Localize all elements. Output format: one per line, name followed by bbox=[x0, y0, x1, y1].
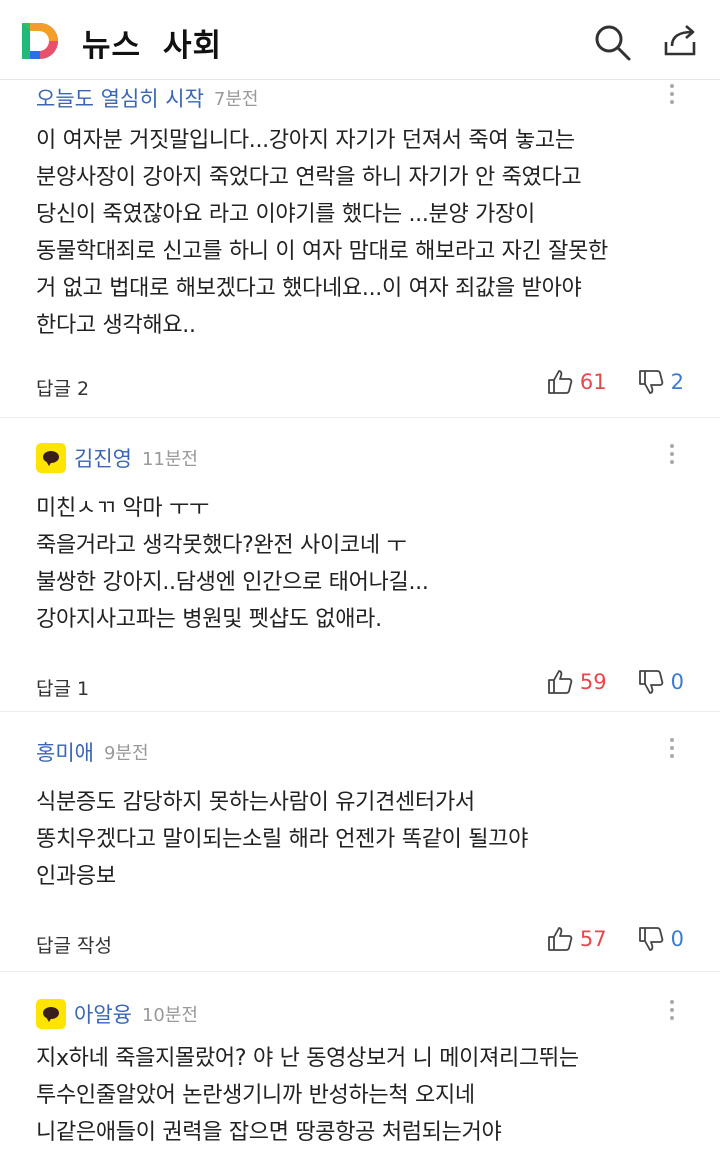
comment-header: 오늘도 열심히 시작 7분전 bbox=[36, 80, 684, 116]
page-title: 뉴스 사회 bbox=[82, 20, 222, 65]
reaction-bar: 61 2 bbox=[546, 368, 684, 396]
thumbs-down-icon[interactable] bbox=[637, 925, 665, 953]
comment-author[interactable]: 아알융 bbox=[74, 999, 132, 1029]
thumbs-down-icon[interactable] bbox=[637, 368, 665, 396]
comment-time: 11분전 bbox=[141, 449, 198, 470]
comment-time: 10분전 bbox=[141, 1005, 198, 1026]
search-icon[interactable] bbox=[592, 22, 632, 62]
comment-text: 식분증도 감당하지 못하는사람이 유기견센터가서 똥치우겠다고 말이되는소릴 해… bbox=[36, 790, 529, 889]
reply-button[interactable]: 답글 2 bbox=[36, 374, 89, 401]
thumbs-up-icon[interactable] bbox=[546, 668, 574, 696]
comment-header: 아알융 10분전 bbox=[36, 996, 684, 1032]
comment-time: 9분전 bbox=[103, 743, 149, 764]
comment-header: 홍미애 9분전 bbox=[36, 734, 684, 770]
dislike-count: 0 bbox=[670, 927, 684, 951]
like-count: 59 bbox=[579, 670, 607, 694]
comment-item: 아알융 10분전 지x하네 죽을지몰랐어? 야 난 동영상보거 니 메이져리그뛰… bbox=[0, 972, 720, 1160]
comment-text: 미친ㅅㄲ 악마 ㅜㅜ 죽을거라고 생각못했다?완전 사이코네 ㅜ 불쌍한 강아지… bbox=[36, 496, 429, 632]
like-count: 61 bbox=[579, 370, 607, 394]
section-title[interactable]: 뉴스 bbox=[82, 28, 141, 64]
comment-header: 김진영 11분전 bbox=[36, 440, 684, 476]
dislike-count: 0 bbox=[670, 670, 684, 694]
thumbs-down-icon[interactable] bbox=[637, 668, 665, 696]
more-options-icon[interactable] bbox=[660, 734, 684, 764]
app-header: 뉴스 사회 bbox=[0, 0, 720, 80]
comment-time: 7분전 bbox=[213, 89, 259, 110]
comment-item: 김진영 11분전 미친ㅅㄲ 악마 ㅜㅜ 죽을거라고 생각못했다?완전 사이코네 … bbox=[0, 418, 720, 712]
comment-item: 오늘도 열심히 시작 7분전 이 여자분 거짓말입니다...강아지 자기가 던져… bbox=[0, 80, 720, 418]
comment-text: 지x하네 죽을지몰랐어? 야 난 동영상보거 니 메이져리그뛰는 투수인줄알았어… bbox=[36, 1046, 579, 1145]
more-options-icon[interactable] bbox=[660, 440, 684, 470]
kakao-avatar-icon[interactable] bbox=[36, 443, 66, 473]
dislike-count: 2 bbox=[670, 370, 684, 394]
thumbs-up-icon[interactable] bbox=[546, 368, 574, 396]
reaction-bar: 57 0 bbox=[546, 925, 684, 953]
comment-item: 홍미애 9분전 식분증도 감당하지 못하는사람이 유기견센터가서 똥치우겠다고 … bbox=[0, 712, 720, 972]
reaction-bar: 59 0 bbox=[546, 668, 684, 696]
reply-button[interactable]: 답글 작성 bbox=[36, 931, 112, 958]
daum-logo-icon[interactable] bbox=[18, 19, 62, 63]
thumbs-up-icon[interactable] bbox=[546, 925, 574, 953]
like-count: 57 bbox=[579, 927, 607, 951]
comment-footer: 답글 1 59 0 bbox=[36, 664, 684, 708]
comment-footer: 답글 2 61 2 bbox=[36, 364, 684, 408]
comment-text: 이 여자분 거짓말입니다...강아지 자기가 던져서 죽여 놓고는 분양사장이 … bbox=[36, 128, 608, 338]
comment-author[interactable]: 오늘도 열심히 시작 bbox=[36, 83, 204, 113]
reply-button[interactable]: 답글 1 bbox=[36, 674, 89, 701]
comment-list: 오늘도 열심히 시작 7분전 이 여자분 거짓말입니다...강아지 자기가 던져… bbox=[0, 80, 720, 1160]
kakao-avatar-icon[interactable] bbox=[36, 999, 66, 1029]
share-icon[interactable] bbox=[660, 20, 700, 60]
more-options-icon[interactable] bbox=[660, 80, 684, 110]
category-title[interactable]: 사회 bbox=[163, 28, 222, 64]
comment-author[interactable]: 김진영 bbox=[74, 443, 132, 473]
comment-author[interactable]: 홍미애 bbox=[36, 737, 94, 767]
comment-footer: 답글 작성 57 0 bbox=[36, 921, 684, 965]
more-options-icon[interactable] bbox=[660, 996, 684, 1026]
